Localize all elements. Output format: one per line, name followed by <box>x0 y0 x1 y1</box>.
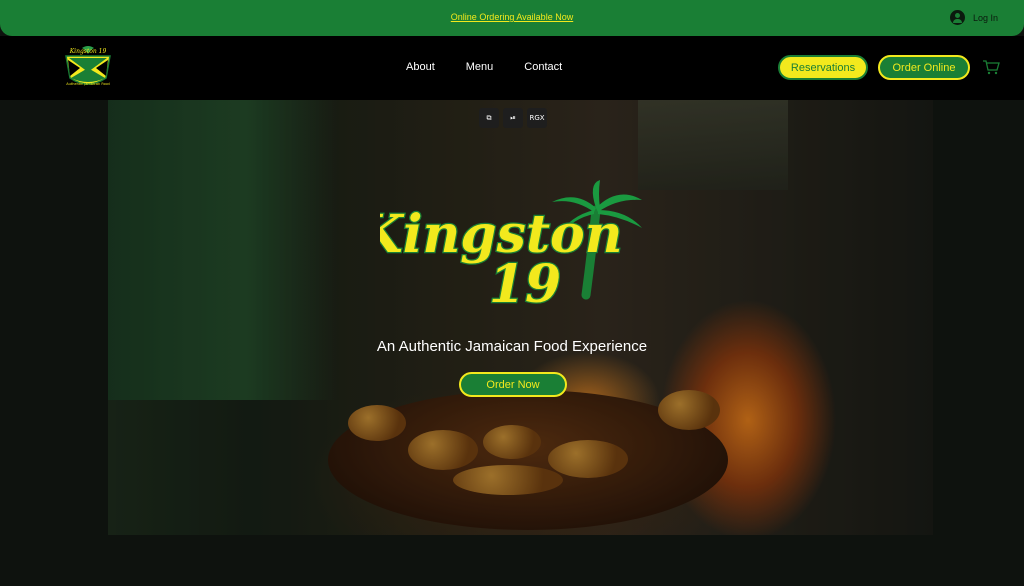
order-now-button[interactable]: Order Now <box>459 372 567 397</box>
cart-icon[interactable] <box>982 59 1000 75</box>
main-nav: About Menu Contact <box>406 61 562 73</box>
brand-logo: Kingston 19 <box>380 180 642 316</box>
brand-number: 19 <box>489 254 561 315</box>
nav-menu[interactable]: Menu <box>466 61 494 73</box>
play-pause-icon[interactable]: ⏯ <box>503 108 523 128</box>
svg-text:Authentic Jamaican Food: Authentic Jamaican Food <box>66 82 109 86</box>
fullscreen-icon[interactable]: ⧉ <box>479 108 499 128</box>
site-logo[interactable]: Kingston 19 Authentic Jamaican Food <box>60 44 116 88</box>
online-ordering-link[interactable]: Online Ordering Available Now <box>0 12 1024 22</box>
login-label: Log In <box>972 12 998 23</box>
hero-tagline: An Authentic Jamaican Food Experience <box>376 338 648 355</box>
user-avatar-icon <box>949 10 965 25</box>
nav-contact[interactable]: Contact <box>524 61 562 73</box>
rgx-icon[interactable]: RGX <box>527 108 547 128</box>
reservations-button[interactable]: Reservations <box>778 55 868 80</box>
nav-about[interactable]: About <box>406 61 435 73</box>
login-button[interactable]: Log In <box>949 10 998 25</box>
promo-banner: Online Ordering Available Now Log In <box>0 0 1024 36</box>
svg-text:Kingston 19: Kingston 19 <box>69 48 107 55</box>
video-controls: ⧉ ⏯ RGX <box>479 108 547 128</box>
page: Online Ordering Available Now Log In Kin… <box>0 0 1024 586</box>
order-online-button[interactable]: Order Online <box>878 55 970 80</box>
site-header: Kingston 19 Authentic Jamaican Food Abou… <box>0 36 1024 100</box>
